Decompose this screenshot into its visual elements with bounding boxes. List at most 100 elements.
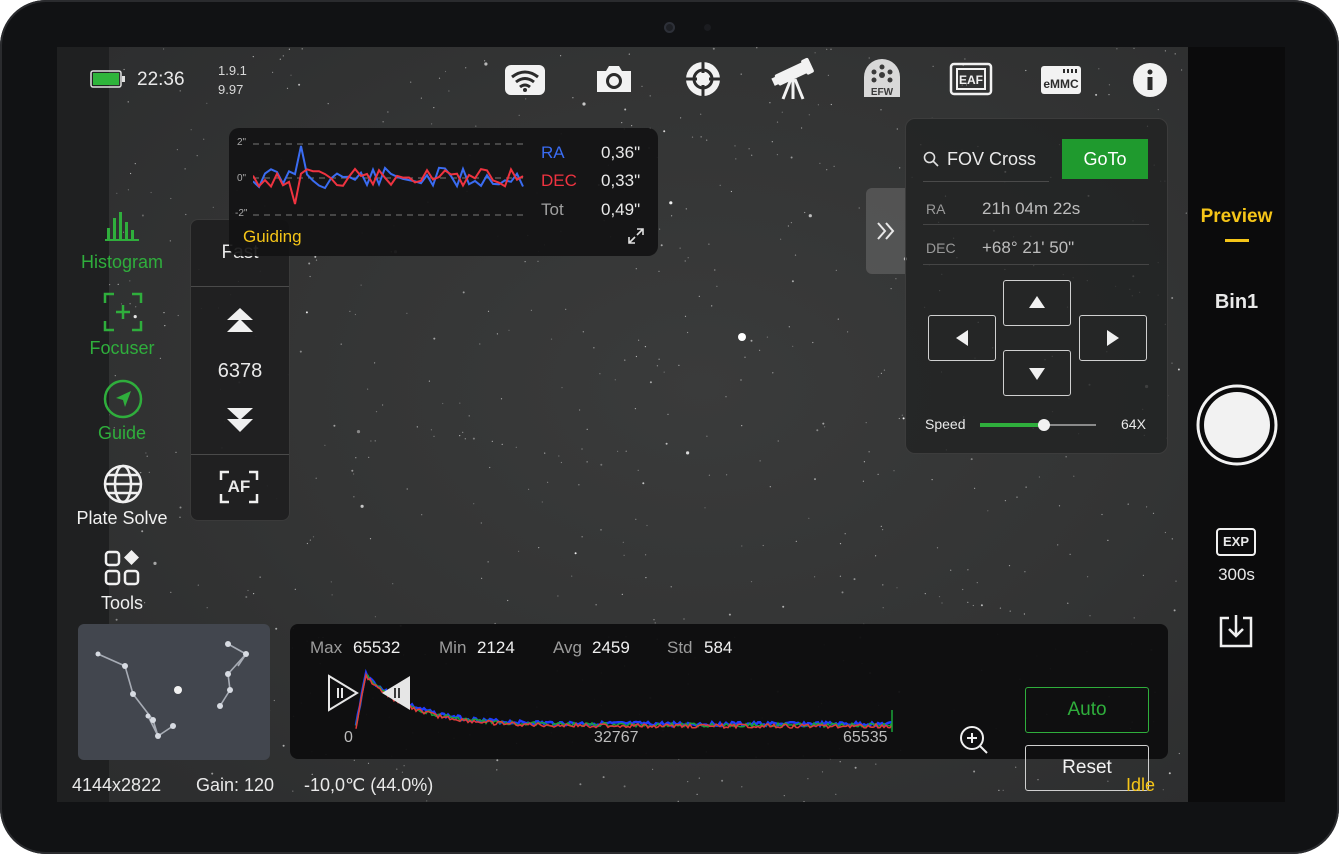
star bbox=[833, 165, 835, 167]
star bbox=[716, 285, 718, 287]
download-icon[interactable] bbox=[1217, 612, 1255, 650]
star bbox=[387, 111, 389, 113]
exposure-value[interactable]: 300s bbox=[1188, 565, 1285, 585]
star bbox=[550, 338, 553, 340]
star bbox=[444, 70, 447, 73]
star bbox=[314, 255, 317, 258]
guiding-panel[interactable]: 2" 0" -2" RA 0,36" DEC 0,33" Tot 0,49" G… bbox=[229, 128, 658, 256]
mount-ra-value: 21h 04m 22s bbox=[982, 199, 1081, 218]
sky-map-thumbnail[interactable] bbox=[78, 624, 270, 760]
star bbox=[428, 380, 430, 382]
emmc-label: eMMC bbox=[1043, 77, 1079, 91]
shutter-button[interactable] bbox=[1195, 383, 1279, 467]
star bbox=[790, 156, 793, 159]
star bbox=[442, 402, 444, 405]
star bbox=[560, 55, 562, 57]
mode-preview[interactable]: Preview bbox=[1188, 206, 1285, 228]
zoom-in-icon[interactable] bbox=[958, 724, 990, 756]
eaf-icon[interactable]: EAF bbox=[948, 61, 994, 102]
info-icon[interactable] bbox=[1132, 62, 1168, 103]
mount-north-button[interactable] bbox=[1003, 280, 1071, 326]
star bbox=[974, 487, 976, 489]
star bbox=[176, 149, 178, 151]
star bbox=[740, 73, 742, 75]
sidebar-item-histogram[interactable]: Histogram bbox=[67, 210, 177, 272]
star bbox=[660, 244, 663, 247]
sidebar-item-label: Plate Solve bbox=[76, 508, 168, 528]
star bbox=[687, 331, 689, 334]
binning-selector[interactable]: Bin1 bbox=[1188, 291, 1285, 314]
mount-south-button[interactable] bbox=[1003, 350, 1071, 396]
goto-button[interactable]: GoTo bbox=[1062, 139, 1148, 179]
star bbox=[1168, 772, 1171, 775]
star bbox=[635, 355, 638, 358]
collapse-panel-button[interactable] bbox=[866, 188, 906, 274]
star bbox=[508, 329, 510, 331]
arrow-up-icon bbox=[1029, 296, 1045, 308]
star bbox=[680, 117, 682, 119]
star bbox=[1023, 613, 1025, 615]
star bbox=[896, 587, 898, 589]
sidebar-item-plate-solve[interactable]: Plate Solve bbox=[67, 463, 177, 528]
star bbox=[794, 254, 797, 256]
telescope-icon[interactable] bbox=[769, 57, 817, 106]
star bbox=[658, 358, 660, 360]
star bbox=[684, 315, 687, 317]
wifi-icon[interactable] bbox=[504, 64, 546, 101]
star bbox=[714, 269, 716, 271]
star bbox=[827, 74, 830, 76]
search-text: FOV Cross bbox=[947, 149, 1037, 169]
star bbox=[146, 455, 148, 457]
capture-state: Idle bbox=[1126, 775, 1156, 795]
star bbox=[282, 55, 284, 57]
mount-east-button[interactable] bbox=[928, 315, 996, 361]
star bbox=[327, 103, 329, 105]
sidebar-item-focuser[interactable]: Focuser bbox=[67, 292, 177, 358]
star bbox=[976, 582, 978, 584]
guiding-title: Guiding bbox=[243, 227, 302, 246]
star bbox=[282, 744, 285, 747]
arrow-down-icon bbox=[1029, 368, 1045, 380]
slider-knob[interactable] bbox=[1037, 419, 1050, 431]
star bbox=[830, 103, 832, 106]
camera-icon[interactable] bbox=[593, 63, 635, 100]
star bbox=[858, 207, 860, 209]
star bbox=[734, 145, 736, 147]
star bbox=[448, 90, 450, 92]
star bbox=[431, 123, 433, 125]
guide-dec-label: DEC bbox=[541, 171, 577, 190]
star bbox=[1057, 544, 1059, 546]
star bbox=[819, 162, 821, 164]
exposure-icon[interactable]: EXP bbox=[1216, 528, 1256, 556]
star bbox=[459, 435, 461, 437]
star bbox=[185, 213, 187, 216]
star bbox=[896, 128, 898, 130]
autofocus-button[interactable]: AF bbox=[219, 470, 259, 504]
sidebar-item-guide[interactable]: Guide bbox=[67, 378, 177, 443]
star bbox=[839, 761, 841, 763]
emmc-icon[interactable]: eMMC bbox=[1039, 63, 1083, 102]
focus-in-icon[interactable] bbox=[225, 406, 255, 434]
efw-icon[interactable]: EFW bbox=[861, 59, 903, 104]
expand-icon[interactable] bbox=[627, 227, 645, 245]
star bbox=[1173, 609, 1176, 612]
mount-west-button[interactable] bbox=[1079, 315, 1147, 361]
stretch-handles[interactable] bbox=[326, 672, 416, 714]
star bbox=[170, 197, 172, 200]
sidebar-item-tools[interactable]: Tools bbox=[67, 549, 177, 614]
star bbox=[1185, 212, 1187, 214]
auto-stretch-button[interactable]: Auto bbox=[1025, 687, 1149, 733]
crosshair-icon[interactable] bbox=[683, 59, 723, 104]
star bbox=[704, 507, 706, 509]
focus-out-icon[interactable] bbox=[225, 306, 255, 334]
star bbox=[1181, 69, 1183, 71]
star bbox=[312, 536, 315, 538]
star bbox=[766, 336, 769, 338]
speed-slider[interactable] bbox=[980, 417, 1096, 433]
guide-axis-mid: 0" bbox=[237, 173, 247, 184]
target-search-input[interactable]: FOV Cross bbox=[923, 147, 1049, 182]
star bbox=[1098, 68, 1100, 70]
star bbox=[309, 275, 311, 278]
hist-axis-start: 0 bbox=[344, 729, 353, 746]
star bbox=[750, 581, 753, 583]
